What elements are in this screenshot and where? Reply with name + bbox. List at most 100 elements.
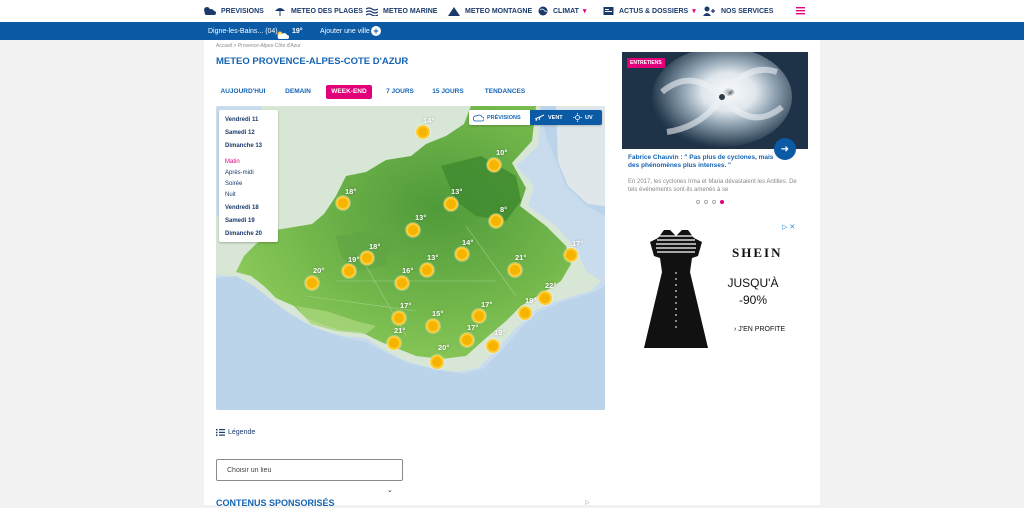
map-mode-vent[interactable]: VENT [535,110,563,125]
waves-icon [366,7,378,16]
chevron-down-icon: ▾ [582,8,587,15]
nav-label: METEO DES PLAGES [291,7,363,15]
ad-promo-line1: JUSQU'À [727,276,779,290]
sun-icon[interactable] [538,291,552,305]
dress-image [644,230,708,348]
temperature-label: 10° [496,148,508,157]
carousel-dot[interactable] [712,200,716,204]
temperature-label: 19° [348,255,360,264]
menu-hamburger-icon[interactable] [796,6,805,15]
sun-icon[interactable] [305,276,319,290]
day-option[interactable]: Vendredi 18 [225,205,259,211]
tab-7-jours[interactable]: 7 JOURS [382,85,418,99]
sun-icon[interactable] [420,263,434,277]
sun-icon[interactable] [392,311,406,325]
day-option[interactable]: Vendredi 11 [225,117,258,123]
day-period-selector: Vendredi 11 Samedi 12 Dimanche 13 Matin … [219,110,278,242]
tab-week-end[interactable]: WEEK-END [326,85,372,99]
carousel-dot-active[interactable] [720,200,724,204]
tab-demain[interactable]: DEMAIN [280,85,316,99]
sun-icon[interactable] [426,319,440,333]
temperature-label: 15° [432,309,444,318]
nav-previsions[interactable]: PREVISIONS [203,0,264,22]
temperature-label: 21° [515,253,527,262]
temperature-label: 19° [525,296,537,305]
place-search-input[interactable] [216,459,403,481]
sun-icon[interactable] [342,264,356,278]
sun-icon[interactable] [336,196,350,210]
sun-icon[interactable] [564,248,578,262]
sun-icon[interactable] [455,247,469,261]
sun-icon[interactable] [487,158,501,172]
user-add-icon [703,6,715,16]
sun-icon[interactable] [387,336,401,350]
nav-label: NOS SERVICES [721,7,774,15]
period-option[interactable]: Après-midi [225,170,254,176]
sun-icon[interactable] [406,223,420,237]
sun-icon[interactable] [486,339,500,353]
weather-map[interactable]: Vendredi 11 Samedi 12 Dimanche 13 Matin … [216,106,605,410]
add-city-plus-icon[interactable]: + [371,26,381,36]
period-option[interactable]: Soirée [225,181,242,187]
day-option[interactable]: Samedi 12 [225,130,255,136]
sun-icon[interactable] [518,306,532,320]
temperature-label: 13° [451,187,463,196]
chevron-down-icon: ▾ [692,8,696,15]
day-option[interactable]: Samedi 19 [225,218,255,224]
current-city[interactable]: Digne-les-Bains... (04) [208,22,278,40]
adchoices-close-icon[interactable]: ▷ ✕ [782,223,795,231]
sun-icon[interactable] [416,125,430,139]
article-card[interactable]: ENTRETIENS ➜ Fabrice Chauvin : " Pas plu… [622,52,808,212]
shein-advertisement[interactable]: SHEIN JUSQU'À -90% › J'EN PROFITE ▷ ✕ [622,222,808,358]
map-mode-previsions[interactable]: PRÉVISIONS [473,110,521,125]
sun-icon[interactable] [444,197,458,211]
chevron-down-icon[interactable]: ⌄ [387,486,393,494]
nav-label: PREVISIONS [221,7,264,15]
news-icon [603,7,614,15]
nav-meteo-plages[interactable]: METEO DES PLAGES [274,0,363,22]
period-option[interactable]: Nuit [225,192,236,198]
temperature-label: 8° [500,205,508,214]
article-title[interactable]: Fabrice Chauvin : " Pas plus de cyclones… [628,154,778,170]
list-icon [216,429,225,436]
breadcrumb-home[interactable]: Accueil [216,43,232,49]
temperature-label: 17° [467,323,479,332]
map-mode-uv[interactable]: UV [573,110,593,125]
day-option[interactable]: Dimanche 20 [225,231,262,237]
sun-icon[interactable] [472,309,486,323]
carousel-dots [696,200,724,204]
carousel-dot[interactable] [704,200,708,204]
nav-climat[interactable]: CLIMAT ▾ [538,0,586,22]
nav-meteo-marine[interactable]: METEO MARINE [366,0,437,22]
legend-toggle[interactable]: Légende [216,429,255,436]
uv-sun-icon [573,113,582,122]
period-option-active[interactable]: Matin [225,159,240,165]
ad-cta[interactable]: › J'EN PROFITE [734,326,785,333]
sun-icon[interactable] [508,263,522,277]
nav-meteo-montagne[interactable]: METEO MONTAGNE [448,0,532,22]
sun-icon[interactable] [395,276,409,290]
sun-icon[interactable] [430,355,444,369]
breadcrumb-current: Provence-Alpes-Côte d'Azur [237,43,301,49]
sun-icon[interactable] [460,333,474,347]
sun-icon[interactable] [360,251,374,265]
sun-icon[interactable] [489,214,503,228]
add-city-link[interactable]: Ajouter une ville [320,22,370,40]
temperature-label: 14° [462,238,474,247]
tab-15-jours[interactable]: 15 JOURS [428,85,468,99]
carousel-dot[interactable] [696,200,700,204]
ad-brand: SHEIN [732,245,783,260]
day-option[interactable]: Dimanche 13 [225,143,262,149]
tab-aujourdhui[interactable]: AUJOURD'HUI [216,85,270,99]
temperature-label: 16° [402,266,414,275]
tab-tendances[interactable]: TENDANCES [480,85,530,99]
top-navigation: PREVISIONS METEO DES PLAGES METEO MARINE… [0,0,1024,22]
temperature-label: 17° [572,239,584,248]
nav-nos-services[interactable]: NOS SERVICES [703,0,773,22]
temperature-label: 14° [423,116,435,125]
map-mode-switch: PRÉVISIONS VENT UV [469,110,602,125]
nav-actus-dossiers[interactable]: ACTUS & DOSSIERS ▾ [603,0,696,22]
temperature-label: 13° [427,253,439,262]
current-temperature: 19° [292,27,303,35]
nav-label: ACTUS & DOSSIERS [619,7,689,15]
